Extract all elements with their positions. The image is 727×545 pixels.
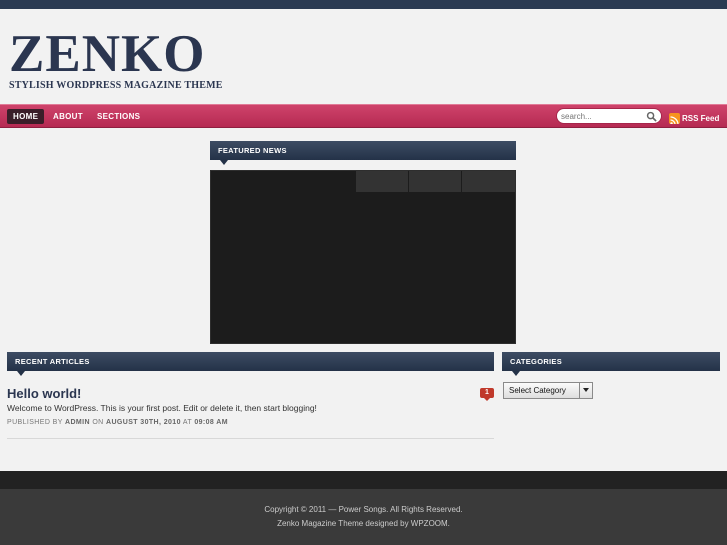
nav-item-sections[interactable]: SECTIONS (91, 109, 146, 124)
post-date: AUGUST 30TH, 2010 (105, 419, 181, 426)
nav-item-about[interactable]: ABOUT (47, 109, 89, 124)
recent-articles-header: RECENT ARTICLES (7, 352, 494, 376)
search-box (556, 108, 662, 124)
slider-thumbnail[interactable] (409, 171, 462, 192)
slider-thumbnail[interactable] (356, 171, 409, 192)
post-title-link[interactable]: Hello world! (7, 386, 81, 401)
category-select-value: Select Category (509, 386, 566, 395)
categories-header: CATEGORIES (502, 352, 720, 376)
site-tagline: STYLISH WORDPRESS MAGAZINE THEME (9, 80, 223, 91)
site-footer: Copyright © 2011 — Power Songs. All Righ… (0, 489, 727, 545)
post-meta: PUBLISHED BY ADMIN ON AUGUST 30TH, 2010 … (7, 419, 228, 426)
rss-label: RSS Feed (682, 114, 720, 124)
main-navigation: HOME ABOUT SECTIONS RSS Feed (0, 104, 727, 128)
post-time: 09:08 AM (194, 419, 228, 426)
featured-news-header: FEATURED NEWS (210, 141, 516, 165)
footer-credits[interactable]: Zenko Magazine Theme designed by WPZOOM. (0, 519, 727, 528)
chevron-down-icon[interactable] (579, 383, 592, 398)
post-excerpt: Welcome to WordPress. This is your first… (7, 403, 317, 413)
post-author-link[interactable]: ADMIN (65, 419, 90, 426)
footer-stripe (0, 471, 727, 489)
rss-icon (669, 113, 680, 125)
post-divider (7, 438, 494, 439)
search-icon[interactable] (646, 111, 657, 122)
category-select[interactable]: Select Category (503, 382, 593, 399)
top-bar (0, 0, 727, 9)
rss-feed-link[interactable]: RSS Feed (669, 110, 719, 128)
search-input[interactable] (561, 110, 643, 122)
meta-at: AT (182, 419, 192, 426)
footer-copyright: Copyright © 2011 — Power Songs. All Righ… (264, 505, 463, 514)
site-logo[interactable]: ZENKO (9, 28, 205, 81)
nav-item-home[interactable]: HOME (7, 109, 45, 124)
comment-count-badge[interactable]: 1 (480, 388, 494, 401)
meta-prefix: PUBLISHED BY (7, 419, 63, 426)
meta-on: ON (92, 419, 104, 426)
slider-thumbnail[interactable] (462, 171, 515, 192)
featured-slider[interactable] (210, 170, 516, 344)
